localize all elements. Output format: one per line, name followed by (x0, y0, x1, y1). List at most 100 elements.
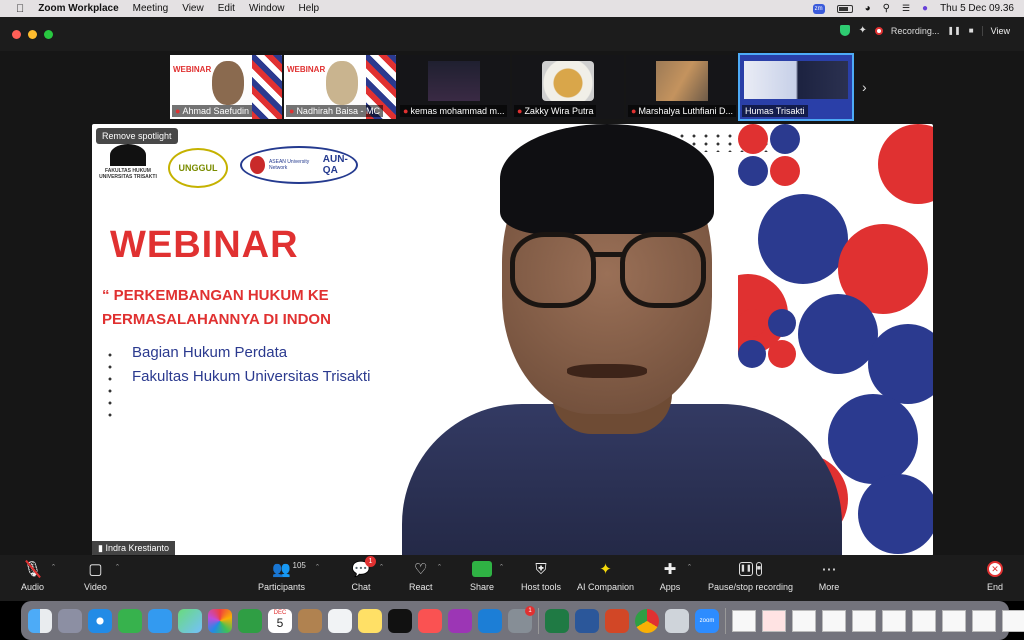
shield-icon: ⛨ (535, 560, 547, 578)
document-thumbnail[interactable] (972, 609, 996, 632)
video-options-caret[interactable]: ˆ (116, 563, 119, 573)
document-thumbnail[interactable] (762, 609, 786, 632)
apps-options-caret[interactable]: ˆ (688, 563, 691, 573)
wifi-icon[interactable]: ◕ (865, 3, 871, 14)
chat-button[interactable]: 💬 1 Chat (350, 556, 376, 592)
react-button[interactable]: ♡ React (409, 559, 433, 592)
facetime-icon[interactable] (238, 608, 262, 633)
document-thumbnail[interactable] (822, 609, 846, 632)
music-icon[interactable] (418, 608, 442, 633)
mail-icon[interactable] (148, 608, 172, 633)
chevron-right-icon[interactable]: › (862, 79, 867, 95)
participant-strip: WEBINAR ● Ahmad Saefudin WEBINAR ● Nadhira… (170, 53, 854, 121)
chat-icon: 💬 1 (350, 556, 376, 579)
window-minimize-button[interactable] (28, 30, 37, 39)
reminders-icon[interactable] (328, 608, 352, 633)
document-thumbnail[interactable] (792, 609, 816, 632)
host-tools-button[interactable]: ⛨ Host tools (521, 559, 561, 593)
audio-options-caret[interactable]: ˆ (52, 563, 55, 573)
slide-subtitle-line2: PERMASALAHANNYA DI INDON (102, 311, 331, 328)
heart-icon: ♡ (414, 561, 428, 578)
participant-tile[interactable]: Humas Trisakti (738, 53, 854, 121)
maps-icon[interactable] (178, 608, 202, 633)
notes-icon[interactable] (358, 608, 382, 633)
more-icon: ⋯ (821, 561, 837, 578)
pause-recording-icon[interactable]: ❚❚ (947, 26, 960, 35)
photos-icon[interactable] (208, 608, 232, 633)
security-shield-icon[interactable] (840, 25, 851, 36)
participant-tile[interactable]: WEBINAR ● Ahmad Saefudin (170, 55, 282, 119)
menu-help[interactable]: Help (299, 3, 320, 14)
battery-icon[interactable] (836, 4, 853, 13)
mic-muted-icon: ● (517, 106, 523, 116)
participant-tile[interactable]: ● Zakky Wira Putra (512, 55, 624, 119)
apple-menu-icon[interactable]:  (16, 3, 24, 15)
app-store-icon[interactable] (478, 608, 502, 633)
slide-pattern (252, 55, 282, 119)
remove-spotlight-button[interactable]: Remove spotlight (96, 128, 178, 144)
menu-app-name[interactable]: Zoom Workplace (38, 3, 118, 14)
react-options-caret[interactable]: ˆ (438, 563, 441, 573)
zoom-icon[interactable]: zoom (695, 608, 719, 633)
participants-options-caret[interactable]: ˆ (316, 563, 319, 573)
document-thumbnail[interactable] (1002, 609, 1024, 632)
participant-tile[interactable]: WEBINAR ● Nadhirah Baisa - MC (284, 55, 396, 119)
spotlight-video[interactable]: Remove spotlight FAKULTAS HUKUM UNIVERSI… (92, 124, 933, 556)
view-button[interactable]: View (981, 25, 1010, 36)
stop-recording-icon[interactable]: ■ (969, 26, 974, 35)
audio-button[interactable]: 🎙 Audio (21, 559, 44, 592)
window-close-button[interactable] (12, 30, 21, 39)
document-thumbnail[interactable] (912, 609, 936, 632)
menu-meeting[interactable]: Meeting (133, 3, 169, 14)
chat-options-caret[interactable]: ˆ (380, 563, 383, 573)
slide-subtitle-line1: “ PERKEMBANGAN HUKUM KE (102, 287, 329, 304)
speaker-name-tag: ▮ Indra Krestianto (92, 541, 175, 556)
video-button[interactable]: ▢ Video (84, 559, 107, 592)
contacts-icon[interactable] (298, 608, 322, 633)
share-button[interactable]: Share (470, 559, 494, 592)
participants-icon: 👥 105 (272, 561, 306, 578)
share-options-caret[interactable]: ˆ (500, 563, 503, 573)
preview-icon[interactable] (665, 608, 689, 633)
excel-icon[interactable] (545, 608, 569, 633)
messages-icon[interactable] (118, 608, 142, 633)
calendar-icon[interactable]: DEC 5 (268, 608, 292, 633)
sparkle-icon: ✦ (599, 561, 612, 578)
system-settings-icon[interactable]: 1 (508, 605, 535, 633)
zoom-status-icon[interactable]: zm (812, 3, 825, 14)
participant-tile[interactable]: ● Marshalya Luthfiani D... (626, 55, 738, 119)
podcasts-icon[interactable] (448, 608, 472, 633)
powerpoint-icon[interactable] (605, 608, 629, 633)
participant-tile[interactable]: ● kemas mohammad m... (398, 55, 510, 119)
sparkle-icon[interactable]: ✦ (858, 25, 866, 36)
pause-stop-recording-button[interactable]: ❚❚ ■ Pause/stop recording (708, 559, 793, 592)
apps-button[interactable]: ✚ Apps (659, 559, 681, 592)
control-center-icon[interactable]: ☰ (902, 3, 910, 14)
siri-icon[interactable]: ● (922, 3, 928, 14)
document-thumbnail[interactable] (732, 609, 756, 632)
document-thumbnail[interactable] (942, 609, 966, 632)
document-thumbnail[interactable] (852, 609, 876, 632)
search-icon[interactable]: ⚲ (883, 3, 890, 14)
safari-icon[interactable] (88, 608, 112, 633)
participant-name: ● Marshalya Luthfiani D... (628, 105, 736, 117)
chrome-icon[interactable] (635, 608, 659, 633)
menu-window[interactable]: Window (249, 3, 285, 14)
menu-edit[interactable]: Edit (218, 3, 235, 14)
mic-muted-icon: ● (403, 106, 409, 116)
participant-name: ● kemas mohammad m... (400, 105, 508, 117)
menu-view[interactable]: View (182, 3, 204, 14)
word-icon[interactable] (575, 608, 599, 633)
more-button[interactable]: ⋯ More (818, 559, 840, 592)
window-maximize-button[interactable] (44, 30, 53, 39)
finder-icon[interactable] (28, 608, 52, 633)
apple-tv-icon[interactable] (388, 608, 412, 633)
end-button[interactable]: ✕ End (984, 559, 1006, 592)
participants-button[interactable]: 👥 105 Participants (258, 559, 306, 592)
title-bar: ✦ Recording... ❚❚ ■ View (0, 17, 1024, 51)
document-thumbnail[interactable] (882, 609, 906, 632)
ai-companion-button[interactable]: ✦ AI Companion (577, 559, 634, 592)
launchpad-icon[interactable] (58, 608, 82, 633)
end-call-icon: ✕ (984, 559, 1006, 579)
menu-clock[interactable]: Thu 5 Dec 09.36 (940, 3, 1014, 14)
